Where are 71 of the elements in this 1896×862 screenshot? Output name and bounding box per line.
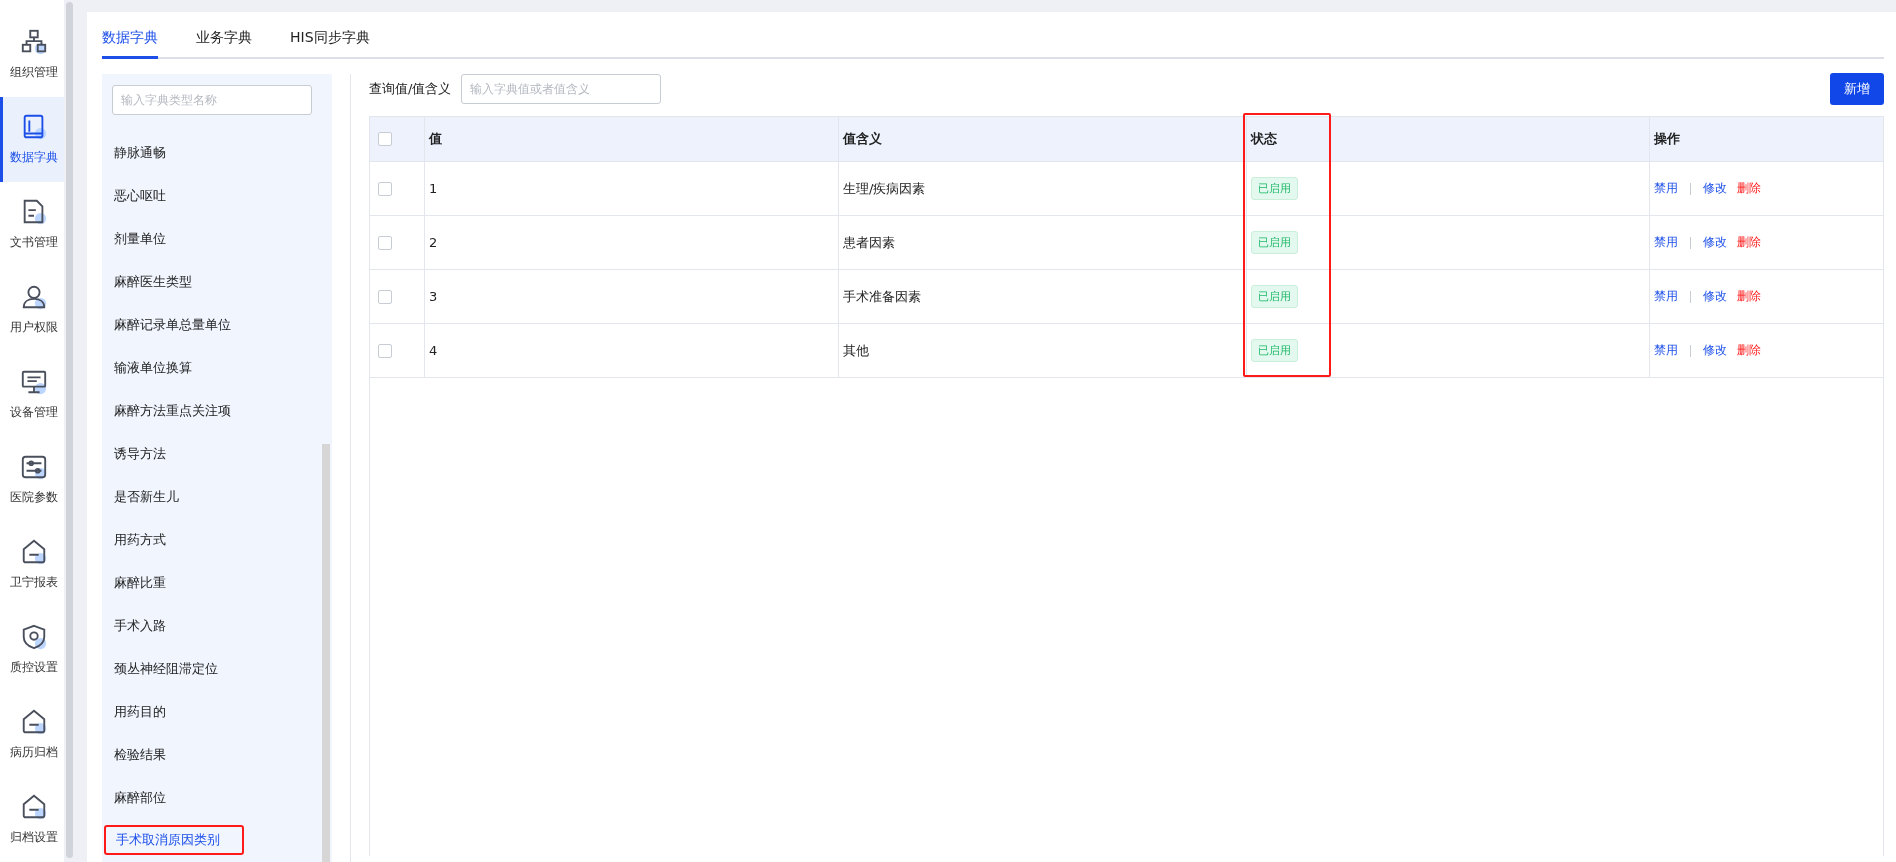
nav-item[interactable]: 医院参数 bbox=[0, 437, 64, 522]
list-item[interactable]: 静脉通畅 bbox=[112, 131, 312, 174]
disable-link[interactable]: 禁用 bbox=[1654, 288, 1678, 305]
checkbox[interactable] bbox=[378, 343, 392, 358]
edit-link[interactable]: 修改 bbox=[1703, 234, 1727, 251]
hierarchy-icon bbox=[19, 28, 48, 56]
nav-item[interactable]: 设备管理 bbox=[0, 352, 64, 437]
list-item[interactable]: 诱导方法 bbox=[112, 432, 312, 475]
delete-link[interactable]: 删除 bbox=[1737, 180, 1761, 197]
disable-link[interactable]: 禁用 bbox=[1654, 180, 1678, 197]
list-item[interactable]: 手术入路 bbox=[112, 604, 312, 647]
monitor-icon bbox=[19, 368, 48, 396]
list-item[interactable]: 剂量单位 bbox=[112, 217, 312, 260]
column-header: 值 bbox=[424, 117, 838, 161]
add-button[interactable]: 新增 bbox=[1830, 73, 1884, 105]
column-header: 操作 bbox=[1649, 117, 1883, 161]
list-item[interactable]: 颈丛神经阻滞定位 bbox=[112, 647, 312, 690]
status-tag: 已启用 bbox=[1251, 177, 1298, 200]
list-item[interactable]: 检验结果 bbox=[112, 733, 312, 776]
nav-item[interactable]: 卫宁报表 bbox=[0, 522, 64, 607]
tab[interactable]: 业务字典 bbox=[196, 29, 252, 59]
table-cell: 其他 bbox=[838, 324, 1246, 377]
tab[interactable]: 数据字典 bbox=[102, 29, 158, 59]
table-cell: 2 bbox=[424, 216, 838, 269]
status-tag: 已启用 bbox=[1251, 231, 1298, 254]
column-header: 值含义 bbox=[838, 117, 1246, 161]
edit-link[interactable]: 修改 bbox=[1703, 180, 1727, 197]
table-cell: 手术准备因素 bbox=[838, 270, 1246, 323]
list-item[interactable]: 麻醉方法重点关注项 bbox=[112, 389, 312, 432]
list-item[interactable]: 用药目的 bbox=[112, 690, 312, 733]
nav-item[interactable]: 用户权限 bbox=[0, 267, 64, 352]
list-item[interactable]: 麻醉医生类型 bbox=[112, 260, 312, 303]
list-item[interactable]: 麻醉记录单总量单位 bbox=[112, 303, 312, 346]
checkbox[interactable] bbox=[378, 289, 392, 304]
sliders-icon bbox=[19, 453, 48, 481]
checkbox[interactable] bbox=[378, 181, 392, 196]
table-cell: 1 bbox=[424, 162, 838, 215]
query-label: 查询值/值含义 bbox=[369, 80, 452, 98]
status-tag: 已启用 bbox=[1251, 339, 1298, 362]
nav-item[interactable]: 病历归档 bbox=[0, 692, 64, 777]
nav-item[interactable]: 组织管理 bbox=[0, 12, 64, 97]
table-cell: 4 bbox=[424, 324, 838, 377]
checkbox[interactable] bbox=[378, 132, 392, 146]
tab[interactable]: HIS同步字典 bbox=[290, 29, 370, 59]
list-item[interactable]: 恶心呕吐 bbox=[112, 174, 312, 217]
nav-item[interactable]: 归档设置 bbox=[0, 777, 64, 862]
nav-item[interactable]: 文书管理 bbox=[0, 182, 64, 267]
disable-link[interactable]: 禁用 bbox=[1654, 342, 1678, 359]
table-cell: 3 bbox=[424, 270, 838, 323]
delete-link[interactable]: 删除 bbox=[1737, 342, 1761, 359]
scrollbar[interactable] bbox=[322, 444, 330, 862]
disable-link[interactable]: 禁用 bbox=[1654, 234, 1678, 251]
list-item[interactable]: 是否新生儿 bbox=[112, 475, 312, 518]
nav-item[interactable]: 数据字典 bbox=[0, 97, 64, 182]
list-item[interactable]: 手术取消原因类别 bbox=[104, 825, 244, 855]
edit-link[interactable]: 修改 bbox=[1703, 288, 1727, 305]
list-item[interactable]: 麻醉比重 bbox=[112, 561, 312, 604]
list-item[interactable]: 用药方式 bbox=[112, 518, 312, 561]
checkbox[interactable] bbox=[378, 235, 392, 250]
search-field[interactable]: 输入字典值或者值含义 bbox=[461, 74, 662, 104]
table-cell: 生理/疾病因素 bbox=[838, 162, 1246, 215]
scrollbar[interactable] bbox=[66, 2, 73, 858]
delete-link[interactable]: 删除 bbox=[1737, 288, 1761, 305]
delete-link[interactable]: 删除 bbox=[1737, 234, 1761, 251]
list-item[interactable]: 麻醉部位 bbox=[112, 776, 312, 819]
status-tag: 已启用 bbox=[1251, 285, 1298, 308]
list-item[interactable]: 输液单位换算 bbox=[112, 346, 312, 389]
search-field[interactable]: 输入字典类型名称 bbox=[112, 85, 312, 115]
edit-link[interactable]: 修改 bbox=[1703, 342, 1727, 359]
nav-item[interactable]: 质控设置 bbox=[0, 607, 64, 692]
table-cell: 患者因素 bbox=[838, 216, 1246, 269]
